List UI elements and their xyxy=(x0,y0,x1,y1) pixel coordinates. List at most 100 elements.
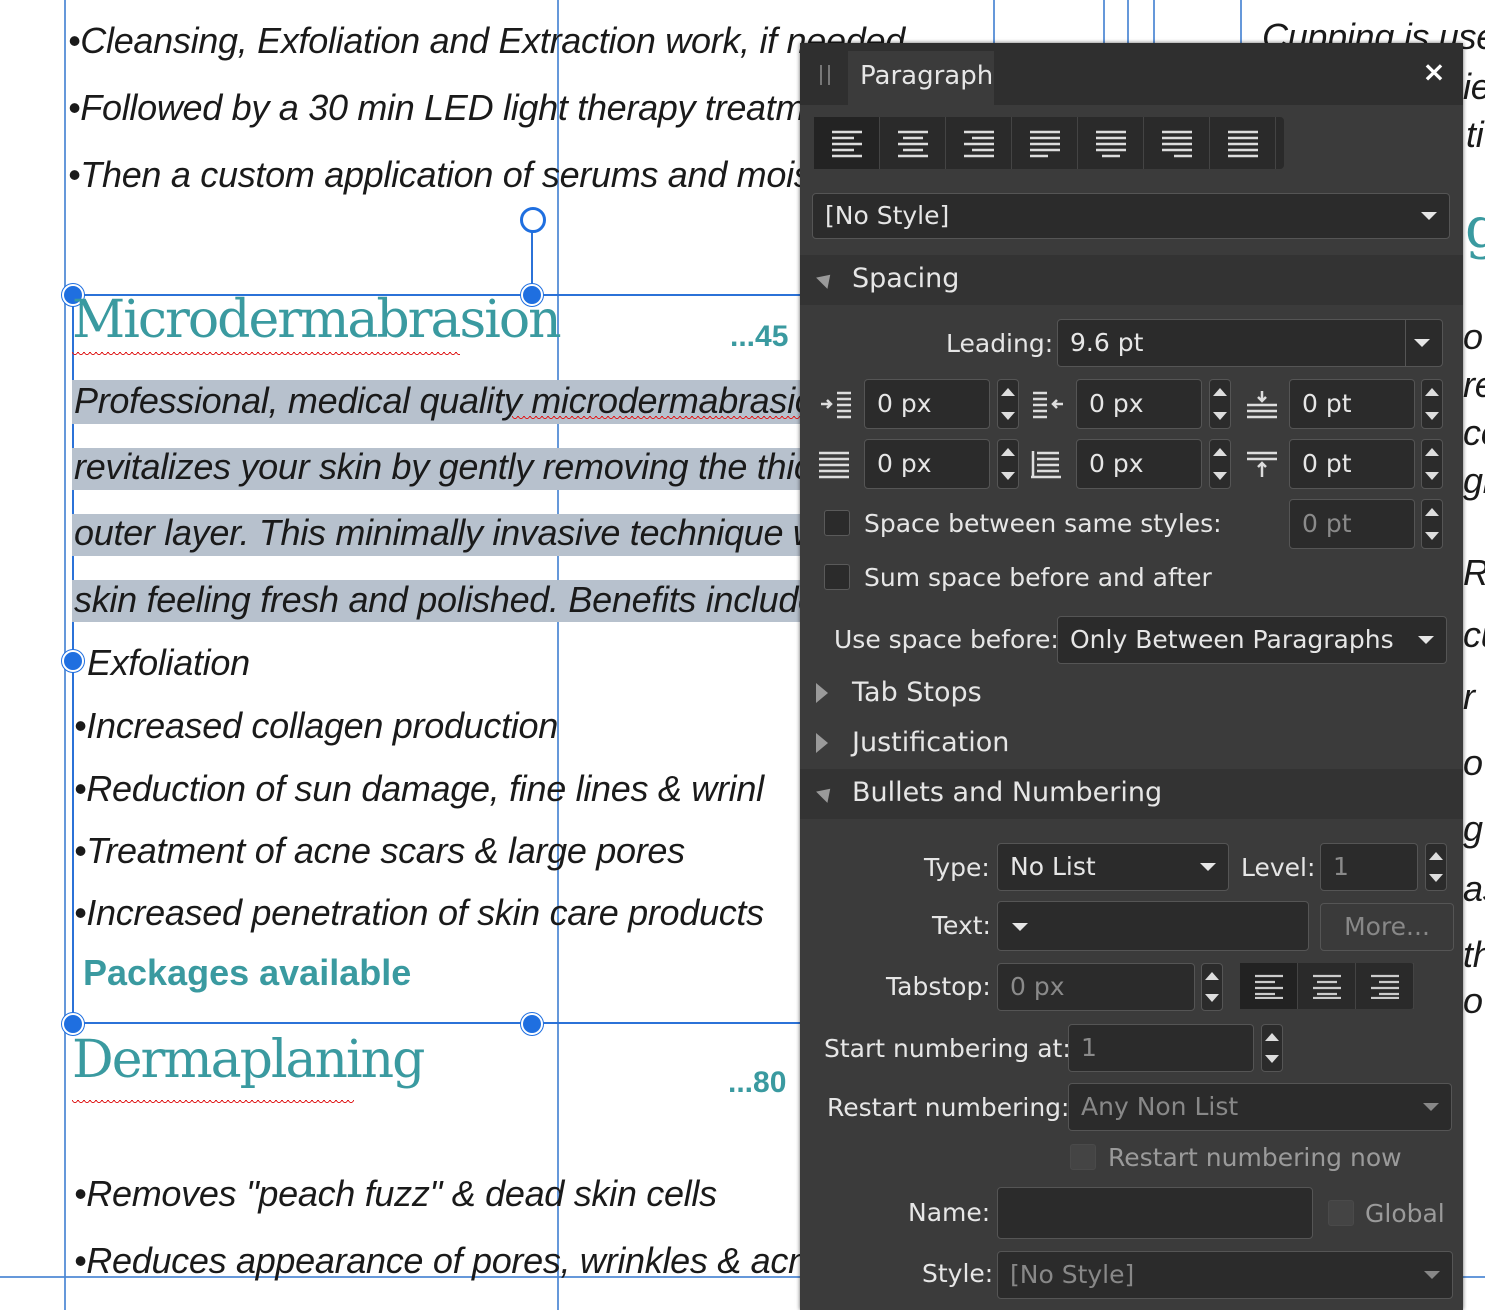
bullet-item: •Increased collagen production xyxy=(74,705,558,746)
align-left-button[interactable] xyxy=(814,117,880,169)
space-after-field[interactable]: 0 pt xyxy=(1289,439,1415,489)
justify-all-button[interactable] xyxy=(1210,117,1276,169)
right-column-heading: g xyxy=(1465,196,1485,261)
justify-right-button[interactable] xyxy=(1144,117,1210,169)
list-type-dropdown[interactable]: No List xyxy=(997,843,1229,891)
spacing-section-header[interactable]: Spacing xyxy=(800,255,1463,305)
first-line-indent-icon xyxy=(1030,386,1066,422)
left-indent-field[interactable]: 0 px xyxy=(864,379,990,429)
right-column-text: ce xyxy=(1463,412,1485,453)
global-checkbox[interactable] xyxy=(1328,1200,1354,1226)
tabstop-stepper[interactable] xyxy=(1201,963,1223,1011)
heading-microdermabrasion: Microdermabrasion xyxy=(72,290,562,350)
close-icon[interactable]: × xyxy=(1419,57,1449,87)
right-column-text: ti xyxy=(1466,114,1484,155)
resize-handle[interactable] xyxy=(521,1013,543,1035)
bullets-numbering-label: Bullets and Numbering xyxy=(852,777,1163,808)
align-center-button[interactable] xyxy=(880,117,946,169)
paragraph-style-value: [No Style] xyxy=(825,201,950,230)
tab-paragraph[interactable]: Paragraph xyxy=(848,51,994,105)
name-field[interactable] xyxy=(997,1187,1313,1239)
tab-stops-section-header[interactable]: Tab Stops xyxy=(800,669,1463,719)
dropdown-divider xyxy=(1405,320,1406,366)
restart-now-checkbox[interactable] xyxy=(1070,1144,1096,1170)
align-left-icon xyxy=(831,130,862,158)
list-style-dropdown[interactable]: [No Style] xyxy=(997,1251,1453,1299)
align-right-button[interactable] xyxy=(946,117,1012,169)
use-space-before-value: Only Between Paragraphs xyxy=(1070,625,1394,654)
sum-space-checkbox[interactable] xyxy=(824,564,850,590)
right-column-text: r xyxy=(1463,676,1475,717)
align-right-icon xyxy=(1370,974,1399,999)
left-indent-stepper-2[interactable] xyxy=(997,439,1019,489)
restart-numbering-dropdown[interactable]: Any Non List xyxy=(1068,1083,1452,1131)
more-button[interactable]: More... xyxy=(1320,903,1454,951)
paragraph-style-dropdown[interactable]: [No Style] xyxy=(812,193,1450,239)
style-label: Style: xyxy=(922,1259,994,1288)
chevron-down-icon xyxy=(1424,1271,1440,1279)
doc-text-line: •Cleansing, Exfoliation and Extraction w… xyxy=(68,20,905,61)
tab-align-center-button[interactable] xyxy=(1298,963,1356,1009)
same-styles-field[interactable]: 0 pt xyxy=(1289,499,1415,549)
panel-titlebar[interactable]: Paragraph × xyxy=(800,43,1463,105)
start-numbering-field[interactable]: 1 xyxy=(1068,1024,1254,1072)
spellcheck-underline xyxy=(72,1100,354,1106)
right-column-text: o xyxy=(1463,742,1483,783)
right-indent-field[interactable]: 0 px xyxy=(1076,439,1202,489)
justify-all-icon xyxy=(1227,130,1258,158)
left-indent-all-icon xyxy=(816,446,852,482)
left-indent-field-2[interactable]: 0 px xyxy=(864,439,990,489)
align-center-icon xyxy=(897,130,928,158)
bullet-item: •Reduces appearance of pores, wrinkles &… xyxy=(74,1240,828,1281)
restart-numbering-label: Restart numbering: xyxy=(827,1093,1070,1122)
paragraph-line: revitalizes your skin by gently removing… xyxy=(74,446,830,487)
right-column-text: gr xyxy=(1463,460,1485,501)
space-before-stepper[interactable] xyxy=(1421,379,1443,429)
name-label: Name: xyxy=(908,1198,991,1227)
global-label: Global xyxy=(1365,1199,1445,1228)
doc-text-line: •Then a custom application of serums and… xyxy=(68,154,841,195)
doc-text-line: •Followed by a 30 min LED light therapy … xyxy=(68,87,825,128)
rotation-handle[interactable] xyxy=(520,207,546,233)
space-before-field[interactable]: 0 pt xyxy=(1289,379,1415,429)
justification-label: Justification xyxy=(852,727,1010,758)
bullet-item: Exfoliation xyxy=(87,642,250,683)
right-indent-stepper[interactable] xyxy=(1209,439,1231,489)
level-stepper[interactable] xyxy=(1425,843,1447,891)
bullets-numbering-section-header[interactable]: Bullets and Numbering xyxy=(800,769,1463,819)
start-numbering-label: Start numbering at: xyxy=(824,1034,1071,1063)
same-styles-stepper[interactable] xyxy=(1421,499,1443,549)
use-space-before-dropdown[interactable]: Only Between Paragraphs xyxy=(1057,616,1447,664)
justify-center-button[interactable] xyxy=(1078,117,1144,169)
drag-grip-icon[interactable] xyxy=(820,65,830,85)
space-between-same-styles-checkbox[interactable] xyxy=(824,510,850,536)
resize-handle[interactable] xyxy=(62,650,84,672)
right-column-text: th xyxy=(1463,934,1485,975)
chevron-down-icon xyxy=(1423,1103,1439,1111)
align-left-icon xyxy=(1254,974,1283,999)
bullet-text-field[interactable] xyxy=(997,901,1309,951)
restart-now-label: Restart numbering now xyxy=(1108,1143,1402,1172)
right-column-text: o xyxy=(1463,316,1483,357)
justification-section-header[interactable]: Justification xyxy=(800,719,1463,769)
paragraph-line: skin feeling fresh and polished. Benefit… xyxy=(74,579,828,620)
left-indent-stepper[interactable] xyxy=(997,379,1019,429)
right-column-text: R xyxy=(1463,552,1485,594)
text-label: Text: xyxy=(932,911,991,940)
tab-align-right-button[interactable] xyxy=(1356,963,1414,1009)
price-label: ...80 xyxy=(728,1066,787,1099)
first-line-indent-stepper[interactable] xyxy=(1209,379,1231,429)
tab-align-left-button[interactable] xyxy=(1240,963,1298,1009)
tabstop-field[interactable]: 0 px xyxy=(997,963,1195,1011)
bullet-item: •Reduction of sun damage, fine lines & w… xyxy=(74,768,764,809)
bullet-item: •Increased penetration of skin care prod… xyxy=(74,892,764,933)
price-label: ...45 xyxy=(730,320,789,353)
spacing-header-label: Spacing xyxy=(852,263,960,294)
packages-label: Packages available xyxy=(83,952,412,993)
level-field[interactable]: 1 xyxy=(1320,843,1418,891)
justify-left-button[interactable] xyxy=(1012,117,1078,169)
leading-dropdown[interactable]: 9.6 pt xyxy=(1057,319,1443,367)
space-after-stepper[interactable] xyxy=(1421,439,1443,489)
start-numbering-stepper[interactable] xyxy=(1261,1024,1283,1072)
first-line-indent-field[interactable]: 0 px xyxy=(1076,379,1202,429)
